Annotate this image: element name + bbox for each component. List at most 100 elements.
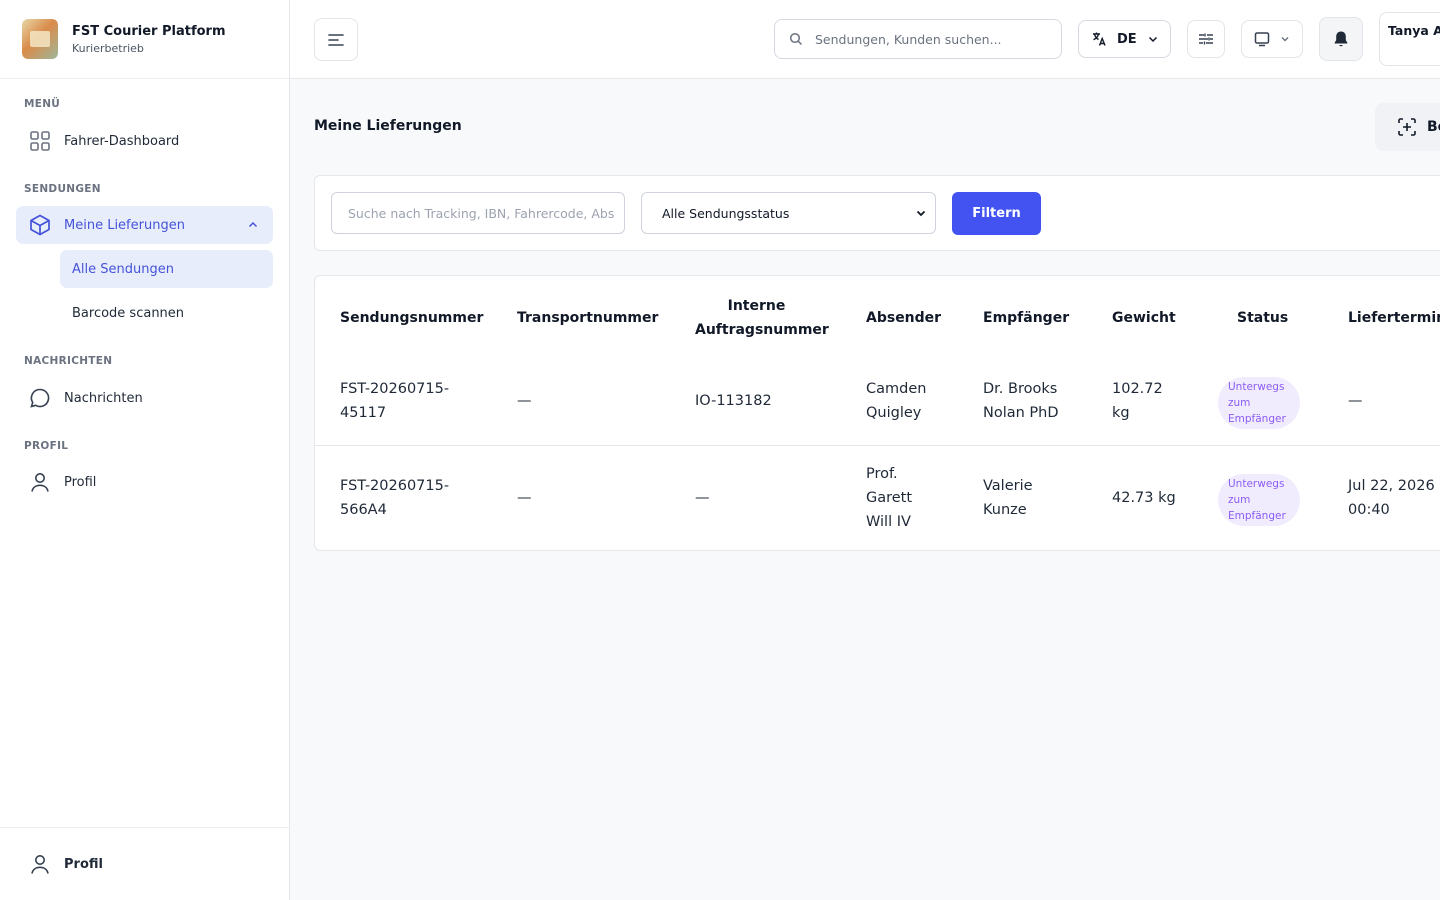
cell-line: kg [1112, 405, 1130, 421]
status-select[interactable]: Alle Sendungsstatus [641, 192, 936, 234]
cell-weight: 102.72 kg [1112, 377, 1163, 425]
sidebar-item-messages[interactable]: Nachrichten [16, 379, 273, 417]
cell-line: Dr. Brooks [983, 381, 1058, 397]
brand-title: FST Courier Platform [72, 23, 226, 39]
section-label-messages: NACHRICHTEN [24, 355, 113, 367]
badge-line: Empfänger [1228, 413, 1286, 425]
column-header-transport[interactable]: Transportnummer [517, 306, 658, 330]
column-header-delivery-date[interactable]: Liefertermin [1348, 306, 1440, 330]
status-select-value: Alle Sendungsstatus [662, 205, 790, 221]
cell-delivery-date: — [1348, 393, 1363, 409]
cell-line: Camden [866, 381, 927, 397]
shipment-search-input[interactable] [331, 192, 625, 234]
filter-bar: Alle Sendungsstatus Filtern [314, 175, 1440, 251]
global-search[interactable] [774, 19, 1062, 59]
footer-profile-label: Profil [64, 856, 103, 872]
menu-toggle-button[interactable] [314, 18, 358, 61]
cell-transport-number: — [517, 490, 532, 506]
sidebar-item-deliveries[interactable]: Meine Lieferungen [16, 206, 273, 244]
cell-weight: 42.73 kg [1112, 490, 1176, 506]
grid-icon [28, 129, 52, 153]
cell-line: Kunze [983, 502, 1027, 518]
cell-internal-order: IO-113182 [695, 393, 772, 409]
cell-shipment-number[interactable]: FST-20260715- 45117 [340, 377, 449, 425]
chat-bubble-icon [28, 386, 52, 410]
sidebar-item-label: Profil [64, 474, 97, 490]
package-icon [28, 213, 52, 237]
badge-line: zum [1228, 397, 1251, 409]
column-header-recipient[interactable]: Empfänger [983, 306, 1069, 330]
global-search-input[interactable] [815, 31, 1055, 47]
user-icon [28, 852, 52, 876]
sidebar-item-label: Meine Lieferungen [64, 217, 185, 233]
cell-line: Valerie [983, 478, 1033, 494]
language-selector[interactable]: DE [1078, 20, 1171, 58]
screen-mode-dropdown[interactable] [1241, 20, 1303, 58]
badge-line: Unterwegs [1228, 478, 1285, 490]
page-title: Meine Lieferungen [314, 118, 462, 134]
filter-button[interactable]: Filtern [952, 192, 1041, 235]
notifications-button[interactable] [1319, 17, 1363, 61]
language-code: DE [1117, 31, 1137, 47]
row-divider [315, 445, 1440, 446]
sidebar-item-label: Nachrichten [64, 390, 143, 406]
user-name: Tanya Ar [1388, 23, 1440, 38]
badge-line: Unterwegs [1228, 381, 1285, 393]
cell-line: Jul 22, 2026 [1348, 478, 1435, 494]
badge-line: zum [1228, 494, 1251, 506]
sliders-icon [1199, 33, 1213, 45]
cell-shipment-number[interactable]: FST-20260715- 566A4 [340, 474, 449, 522]
scan-icon [1398, 118, 1416, 136]
cell-line: 45117 [340, 405, 387, 421]
cell-sender: Prof. Garett Will IV [866, 462, 912, 534]
chevron-down-icon [1281, 37, 1289, 42]
section-label-menu: MENÜ [24, 98, 61, 110]
brand-subtitle: Kurierbetrieb [72, 41, 144, 55]
cell-line: Will IV [866, 514, 911, 530]
column-header-internal-order[interactable]: Interne Auftragsnummer [695, 294, 829, 342]
cell-line: Prof. [866, 466, 898, 482]
badge-line: Empfänger [1228, 510, 1286, 522]
search-icon [789, 32, 803, 46]
column-header-sender[interactable]: Absender [866, 306, 941, 330]
cell-internal-order: — [695, 490, 710, 506]
chevron-down-icon [916, 210, 926, 217]
chevron-up-icon[interactable] [247, 219, 259, 235]
sidebar-subitem-scan-barcode[interactable]: Barcode scannen [60, 294, 273, 332]
sidebar-subitem-all-shipments[interactable]: Alle Sendungen [60, 250, 273, 288]
cell-recipient: Dr. Brooks Nolan PhD [983, 377, 1059, 425]
footer-profile-link[interactable]: Profil [16, 845, 273, 883]
scan-button-label: Bo [1427, 119, 1440, 135]
brand[interactable]: FST Courier Platform Kurierbetrieb [0, 0, 289, 79]
cell-transport-number: — [517, 393, 532, 409]
brand-logo [22, 19, 58, 59]
shipments-table: Sendungsnummer Transportnummer Interne A… [314, 275, 1440, 551]
sidebar-footer: Profil [0, 827, 289, 900]
section-label-shipments: SENDUNGEN [24, 183, 101, 195]
cell-line: Quigley [866, 405, 922, 421]
sidebar-item-dashboard[interactable]: Fahrer-Dashboard [16, 122, 273, 160]
sidebar-item-profile[interactable]: Profil [16, 463, 273, 501]
column-header-status[interactable]: Status [1237, 306, 1288, 330]
header-line: Interne [727, 298, 786, 314]
scan-barcode-button[interactable]: Bo [1375, 103, 1440, 151]
status-badge: Unterwegs zum Empfänger [1218, 474, 1300, 526]
translate-icon [1093, 32, 1106, 46]
section-label-profile: PROFIL [24, 440, 69, 452]
status-badge: Unterwegs zum Empfänger [1218, 377, 1300, 429]
column-header-shipment[interactable]: Sendungsnummer [340, 306, 483, 330]
chevron-down-icon [1148, 36, 1157, 43]
header-line: Auftragsnummer [695, 322, 829, 338]
display-settings-button[interactable] [1187, 20, 1225, 58]
cell-recipient: Valerie Kunze [983, 474, 1033, 522]
cell-line: FST-20260715- [340, 478, 450, 494]
cell-line: 102.72 [1112, 381, 1163, 397]
bell-icon [1334, 31, 1348, 47]
user-menu[interactable]: Tanya Ar [1379, 12, 1440, 66]
cell-sender: Camden Quigley [866, 377, 926, 425]
menu-icon [328, 33, 344, 46]
column-header-weight[interactable]: Gewicht [1112, 306, 1176, 330]
sidebar-item-label: Fahrer-Dashboard [64, 133, 180, 149]
user-icon [28, 470, 52, 494]
cell-line: Nolan PhD [983, 405, 1059, 421]
